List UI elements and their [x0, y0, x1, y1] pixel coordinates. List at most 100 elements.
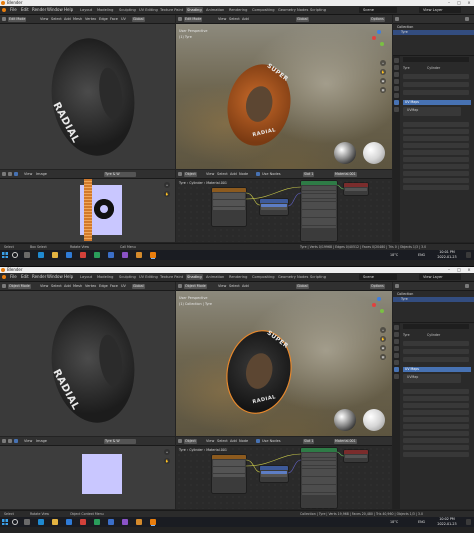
tab-texture-paint[interactable]: Texture Paint	[159, 7, 184, 13]
task-view-icon[interactable]	[24, 252, 30, 258]
options-dropdown[interactable]: Options	[370, 16, 385, 22]
tab-uv-editing[interactable]: UV Editing	[138, 7, 159, 13]
mode-selector[interactable]: Edit Mode	[8, 16, 27, 22]
tool-tab-icon[interactable]	[394, 325, 399, 330]
tab-layout[interactable]: Layout	[79, 274, 93, 280]
blender-menu-icon[interactable]	[2, 8, 6, 12]
app-icon[interactable]	[94, 519, 100, 525]
gizmo-x-icon[interactable]	[372, 36, 376, 40]
image-menu-view[interactable]: View	[24, 437, 32, 445]
options-dropdown[interactable]: Options	[370, 283, 385, 289]
app-icon[interactable]	[94, 252, 100, 258]
viewport-3d-rendered[interactable]: User Perspective (1) Collection | Tyre +…	[176, 291, 392, 436]
node-menu-view[interactable]: View	[206, 437, 214, 445]
filter-icon[interactable]	[465, 17, 469, 21]
filter-icon[interactable]	[465, 284, 469, 288]
tool-tab-icon[interactable]	[394, 58, 399, 63]
tab-shading[interactable]: Shading	[186, 7, 203, 13]
blender-taskbar-icon[interactable]	[150, 519, 156, 525]
image-menu-image[interactable]: Image	[36, 170, 47, 178]
output-tab-icon[interactable]	[394, 72, 399, 77]
app-icon[interactable]	[136, 519, 142, 525]
app-icon[interactable]	[108, 519, 114, 525]
node-editor-type-icon[interactable]	[178, 439, 182, 443]
viewport-3d-solid[interactable]: RADIAL	[0, 24, 175, 169]
properties-panel-row[interactable]	[403, 178, 469, 183]
properties-panel-row[interactable]	[403, 445, 469, 450]
uv-maps-panel[interactable]: UV Maps	[403, 367, 471, 372]
image-zoom-icon[interactable]: +	[164, 449, 170, 455]
outliner-tyre[interactable]: Tyre	[393, 297, 474, 302]
mesh-data-tab-icon[interactable]	[394, 367, 399, 372]
menu-file[interactable]: File	[10, 273, 17, 281]
render-mode-selector[interactable]: Object Mode	[184, 283, 207, 289]
app-icon[interactable]	[80, 519, 86, 525]
gizmo-y-icon[interactable]	[380, 42, 384, 46]
node-menu-node[interactable]: Node	[239, 437, 248, 445]
uv-map-item[interactable]: UVMap	[407, 375, 418, 380]
image-name-field[interactable]: Tyre & W	[104, 171, 136, 177]
image-menu-view[interactable]: View	[24, 170, 32, 178]
viewport-3d-rendered[interactable]: User Perspective (1) Tyre + ✋ ▣ ▦ SUPER …	[176, 24, 392, 169]
uv-maps-panel[interactable]: UV Maps	[403, 100, 471, 105]
view-layer-selector[interactable]: View Layer	[419, 7, 461, 13]
viewport-3d-solid[interactable]: RADIAL	[0, 291, 175, 436]
tab-animation[interactable]: Animation	[205, 7, 225, 13]
output-tab-icon[interactable]	[394, 339, 399, 344]
taskbar-clock[interactable]: 10:01 PM 2022-01-23	[434, 250, 460, 260]
render-menu-select[interactable]: Select	[229, 15, 240, 23]
node-editor-canvas[interactable]: Tyre › Cylinder › Material.001	[176, 446, 392, 509]
node-menu-view[interactable]: View	[206, 170, 214, 178]
object-tab-icon[interactable]	[394, 86, 399, 91]
menu-help[interactable]: Help	[64, 6, 73, 14]
properties-panel-row[interactable]	[403, 452, 469, 457]
editor-type-icon[interactable]	[2, 17, 6, 21]
ortho-toggle-icon[interactable]: ▦	[380, 354, 386, 360]
tab-compositing[interactable]: Compositing	[251, 274, 276, 280]
scene-tab-icon[interactable]	[394, 346, 399, 351]
render-tab-icon[interactable]	[394, 332, 399, 337]
material-name-field[interactable]: Material.001	[334, 438, 357, 444]
mesh-datablock-field[interactable]	[403, 341, 469, 346]
gizmo-x-icon[interactable]	[372, 303, 376, 307]
tab-animation[interactable]: Animation	[205, 274, 225, 280]
pan-icon[interactable]: ✋	[380, 336, 386, 342]
viewport-menu-edge[interactable]: Edge	[99, 15, 108, 23]
image-editor-canvas[interactable]: + ✋	[0, 179, 175, 242]
gizmo-z-icon[interactable]	[377, 30, 381, 34]
properties-panel-row[interactable]	[403, 129, 469, 134]
input-language[interactable]: ENG	[418, 517, 425, 527]
viewport-menu-select[interactable]: Select	[51, 15, 62, 23]
uv-select-mode-icon[interactable]	[8, 439, 12, 443]
view-layer-selector[interactable]: View Layer	[419, 274, 461, 280]
viewport-menu-select[interactable]: Select	[51, 282, 62, 290]
search-icon[interactable]	[12, 252, 18, 258]
app-icon[interactable]	[108, 252, 114, 258]
windows-start-icon[interactable]	[2, 252, 8, 258]
tab-uv-editing[interactable]: UV Editing	[138, 274, 159, 280]
viewport-menu-edge[interactable]: Edge	[99, 282, 108, 290]
node-editor-type-icon[interactable]	[178, 172, 182, 176]
render-orientation-dropdown[interactable]: Global	[296, 283, 309, 289]
camera-icon[interactable]: ▣	[380, 345, 386, 351]
viewport-menu-mesh[interactable]: Mesh	[73, 282, 82, 290]
properties-panel-row[interactable]	[403, 431, 469, 436]
shape-keys-panel[interactable]	[403, 357, 469, 362]
zoom-icon[interactable]: +	[380, 60, 386, 66]
camera-icon[interactable]: ▣	[380, 78, 386, 84]
properties-panel-row[interactable]	[403, 122, 469, 127]
tab-rendering[interactable]: Rendering	[228, 7, 248, 13]
image-zoom-icon[interactable]: +	[164, 182, 170, 188]
tab-compositing[interactable]: Compositing	[251, 7, 276, 13]
windows-start-icon[interactable]	[2, 519, 8, 525]
tab-scripting[interactable]: Scripting	[309, 7, 327, 13]
store-icon[interactable]	[66, 519, 72, 525]
gizmo-z-icon[interactable]	[377, 297, 381, 301]
render-menu-add[interactable]: Add	[242, 282, 249, 290]
menu-help[interactable]: Help	[64, 273, 73, 281]
render-menu-select[interactable]: Select	[229, 282, 240, 290]
render-orientation-dropdown[interactable]: Global	[296, 16, 309, 22]
transform-orientation-dropdown[interactable]: Global	[132, 283, 145, 289]
tab-rendering[interactable]: Rendering	[228, 274, 248, 280]
edge-browser-icon[interactable]	[38, 519, 44, 525]
